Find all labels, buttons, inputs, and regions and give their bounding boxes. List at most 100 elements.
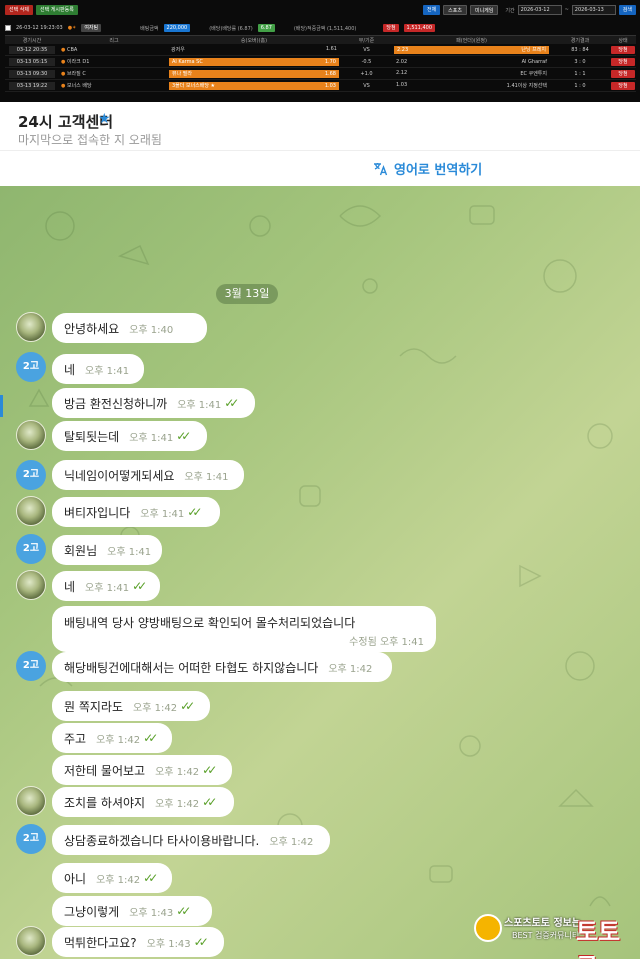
last-seen-status: 마지막으로 접속한 지 오래됨: [18, 133, 162, 147]
bet-select-checkbox[interactable]: [5, 25, 11, 31]
handicap-value: +1.0: [360, 70, 373, 77]
filter-controls: 전체 스포츠 미니게임 기간 2026-03-12 ~ 2026-03-13 검…: [422, 5, 636, 15]
home-selection-picked[interactable]: 뷰나 필라 1.68: [169, 69, 339, 78]
mascot-icon: [474, 914, 502, 942]
agent-avatar[interactable]: 2고: [16, 824, 46, 854]
chat-message-received: 상담종료하겠습니다 타사이용바랍니다. 오후 1:42: [52, 825, 330, 855]
message-time: 수정됨 오후 1:41: [349, 637, 424, 648]
agent-avatar[interactable]: 2고: [16, 651, 46, 681]
col-status: 상태: [618, 37, 628, 44]
league-name: ● 브라질 C: [61, 71, 86, 77]
message-text: 아니: [64, 871, 87, 886]
chat-header: 24시 고객센터 ★ 마지막으로 접속한 지 오래됨: [0, 102, 640, 150]
avatar[interactable]: [16, 420, 46, 450]
translate-button[interactable]: 영어로 번역하기: [372, 159, 482, 178]
message-text: 그냥이렇게: [64, 904, 120, 919]
message-time: 오후 1:40: [129, 324, 174, 336]
read-check-icon: ✓✓: [202, 795, 217, 809]
chat-message-received: 배팅내역 당사 양방배팅으로 확인되어 몰수처리되었습니다 수정됨 오후 1:4…: [52, 606, 436, 652]
chat-message-area[interactable]: 3월 13일 안녕하세요 오후 1:40 2고 네 오후 1:41 방금 환전신…: [0, 186, 640, 959]
avatar[interactable]: [16, 926, 46, 956]
winnings-amount: 1,511,400: [403, 24, 435, 32]
bet-datetime: 26-03-12 19:23:03: [16, 25, 63, 31]
bet-amount: 220,000: [163, 24, 191, 32]
read-check-icon: ✓✓: [176, 429, 191, 443]
chat-message: 네 오후 1:41 ✓✓: [52, 571, 160, 601]
match-time: 03-13 09:30: [9, 69, 55, 78]
chat-message: 방금 환전신청하니까 오후 1:41 ✓✓: [52, 388, 255, 418]
winnings-label: (배당)적중금액 (1,511,400): [293, 25, 357, 32]
betting-history-panel: 선택 삭제 선택 게시판등록 전체 스포츠 미니게임 기간 2026-03-12…: [0, 0, 640, 102]
message-time: 오후 1:42: [96, 734, 141, 746]
chat-message-received: 해당배팅건에대해서는 어떠한 타협도 하지않습니다 오후 1:42: [52, 652, 392, 682]
bet-slip-summary: 26-03-12 19:23:03 ●✶ 여자팀 배팅금액 220,000 (배…: [5, 22, 636, 34]
handicap-value: -0.5: [361, 58, 372, 65]
league-name: ● 이라크 D1: [61, 59, 90, 65]
read-check-icon: ✓✓: [143, 871, 158, 885]
agent-avatar[interactable]: 2고: [16, 534, 46, 564]
read-check-icon: ✓✓: [224, 396, 239, 410]
match-result: 3 : 0: [574, 58, 586, 65]
message-text: 네: [64, 579, 76, 594]
away-selection[interactable]: 2.02 Al Gharraf: [394, 59, 549, 65]
agent-avatar[interactable]: 2고: [16, 352, 46, 382]
chat-message: 먹튀한다고요? 오후 1:43 ✓✓: [52, 927, 224, 957]
post-selected-button[interactable]: 선택 게시판등록: [36, 5, 78, 15]
avatar[interactable]: [16, 570, 46, 600]
message-text: 벼티자입니다: [64, 505, 131, 520]
match-result: 83 : 84: [571, 46, 589, 53]
delete-selected-button[interactable]: 선택 삭제: [5, 5, 33, 15]
message-time: 오후 1:41: [177, 399, 222, 411]
message-time: 오후 1:42: [269, 836, 314, 848]
bet-status-badge: 당첨: [383, 24, 399, 32]
message-text: 방금 환전신청하니까: [64, 396, 168, 411]
league-name: ● CBA: [61, 46, 78, 53]
watermark-brand: 토토군: [576, 918, 621, 959]
search-button[interactable]: 검색: [618, 5, 636, 15]
period-label: 기간: [505, 7, 515, 14]
message-text: 회원님: [64, 543, 98, 558]
away-selection-picked[interactable]: 2.23 난닝 프레지: [394, 45, 549, 54]
avatar[interactable]: [16, 786, 46, 816]
away-selection[interactable]: 2.12 EC 쿠엔투지: [394, 70, 549, 77]
table-row: 03-13 19:22 ● 보너스 배당 3폴더 보너스배당 ★ 1.03 VS …: [5, 80, 636, 92]
odds-value: 6.87: [257, 24, 275, 32]
date-from-input[interactable]: 2026-03-12: [517, 5, 562, 15]
message-text: 저한테 물어보고: [64, 763, 146, 778]
message-time: 오후 1:41: [129, 432, 174, 444]
chat-message: 그냥이렇게 오후 1:43 ✓✓: [52, 896, 212, 926]
home-selection[interactable]: 광저우 1.61: [169, 46, 339, 53]
col-time: 경기시간: [22, 37, 42, 44]
read-check-icon: ✓✓: [202, 763, 217, 777]
league-name: ● 보너스 배당: [61, 83, 92, 89]
screenshot-root: 선택 삭제 선택 게시판등록 전체 스포츠 미니게임 기간 2026-03-12…: [0, 0, 640, 959]
avatar[interactable]: [16, 496, 46, 526]
message-time: 오후 1:42: [155, 798, 200, 810]
message-time: 오후 1:42: [155, 766, 200, 778]
bonus-selection-picked[interactable]: 3폴더 보너스배당 ★ 1.03: [169, 81, 339, 90]
avatar[interactable]: [16, 312, 46, 342]
away-selection[interactable]: 1.03 1.41이상 지정선택: [394, 82, 549, 89]
bet-badge: 여자팀: [81, 24, 102, 32]
bet-table-header: 경기시간 리그 승(오버)(홈) 무/기준 패(언더)(원정) 경기결과 상태: [5, 35, 636, 44]
date-to-input[interactable]: 2026-03-13: [571, 5, 616, 15]
message-time: 오후 1:42: [96, 874, 141, 886]
watermark-logo: 스포츠토토 정보는 BEST 검증커뮤니티 토토군: [470, 910, 635, 959]
chat-message: 벼티자입니다 오후 1:41 ✓✓: [52, 497, 220, 527]
agent-avatar[interactable]: 2고: [16, 460, 46, 490]
message-text: 해당배팅건에대해서는 어떠한 타협도 하지않습니다: [64, 660, 319, 675]
message-text: 안녕하세요: [64, 321, 120, 336]
chat-message: 탈퇴됫는데 오후 1:41 ✓✓: [52, 421, 207, 451]
filter-all-button[interactable]: 전체: [422, 5, 441, 15]
status-badge: 당첨: [611, 69, 635, 78]
match-time: 03-13 19:22: [9, 81, 55, 90]
message-time: 오후 1:42: [328, 663, 373, 675]
message-text: 뭔 쪽지라도: [64, 699, 124, 714]
message-time: 오후 1:43: [129, 907, 174, 919]
message-text: 배팅내역 당사 양방배팅으로 확인되어 몰수처리되었습니다: [64, 616, 356, 630]
col-league: 리그: [109, 37, 119, 44]
home-selection-picked[interactable]: Al Karma SC 1.70: [169, 57, 339, 66]
filter-sports-button[interactable]: 스포츠: [443, 5, 467, 15]
message-time: 오후 1:41: [184, 471, 229, 483]
filter-minigame-button[interactable]: 미니게임: [469, 5, 499, 15]
